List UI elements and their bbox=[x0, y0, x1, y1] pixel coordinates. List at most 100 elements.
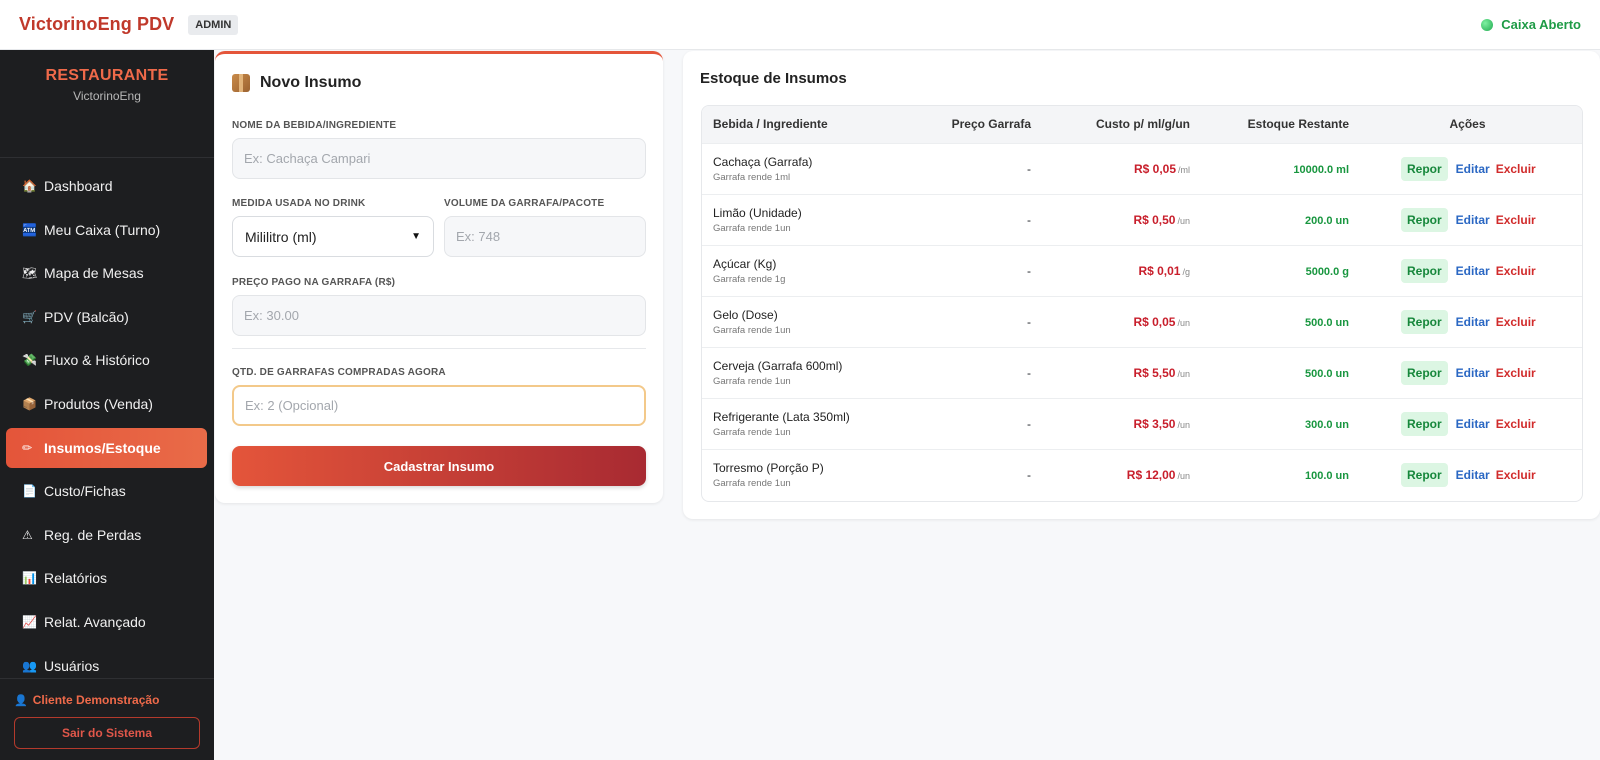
item-name: Gelo (Dose) bbox=[713, 307, 778, 322]
sidebar-item-pdv-balcao[interactable]: 🛒 PDV (Balcão) bbox=[6, 297, 207, 337]
delete-button[interactable]: Excluir bbox=[1496, 417, 1536, 431]
stock-table: Bebida / Ingrediente Preço Garrafa Custo… bbox=[701, 105, 1583, 502]
edit-button[interactable]: Editar bbox=[1456, 264, 1490, 278]
item-yield: Garrafa rende 1un bbox=[713, 222, 791, 234]
restock-button[interactable]: Repor bbox=[1401, 412, 1448, 437]
restock-button[interactable]: Repor bbox=[1401, 463, 1448, 488]
submit-button[interactable]: Cadastrar Insumo bbox=[232, 446, 646, 486]
restock-button[interactable]: Repor bbox=[1401, 156, 1448, 181]
restock-button[interactable]: Repor bbox=[1401, 360, 1448, 385]
col-header-cost: Custo p/ ml/g/un bbox=[1096, 117, 1190, 132]
item-yield: Garrafa rende 1ml bbox=[713, 171, 791, 183]
sidebar-item-mapa-de-mesas[interactable]: 🗺 Mapa de Mesas bbox=[6, 253, 207, 293]
volume-input[interactable] bbox=[444, 216, 646, 257]
restock-button[interactable]: Repor bbox=[1401, 309, 1448, 334]
unit-cost-cell: R$ 0,05/ml bbox=[1035, 143, 1194, 194]
table-row: Limão (Unidade) Garrafa rende 1un - R$ 0,50… bbox=[702, 194, 1582, 245]
map-icon: 🗺 bbox=[22, 266, 38, 281]
unit-cost: R$ 0,05 bbox=[1133, 314, 1176, 329]
actions-cell: Repor Editar Excluir bbox=[1353, 194, 1582, 245]
delete-button[interactable]: Excluir bbox=[1496, 264, 1536, 278]
sidebar-item-produtos-venda[interactable]: 📦 Produtos (Venda) bbox=[6, 384, 207, 424]
restock-button[interactable]: Repor bbox=[1401, 207, 1448, 232]
unit-cost: R$ 0,50 bbox=[1133, 212, 1176, 227]
sidebar-item-label: Reg. de Perdas bbox=[44, 526, 142, 543]
edit-button[interactable]: Editar bbox=[1456, 366, 1490, 380]
remaining-stock-cell: 200.0 un bbox=[1194, 194, 1353, 245]
sidebar-item-label: Dashboard bbox=[44, 178, 113, 194]
item-yield: Garrafa rende 1un bbox=[713, 478, 791, 490]
table-row: Torresmo (Porção P) Garrafa rende 1un - R$ … bbox=[702, 449, 1582, 501]
measure-label: MEDIDA USADA NO DRINK bbox=[232, 198, 366, 209]
price-input[interactable] bbox=[232, 295, 646, 336]
remaining-stock-cell: 10000.0 ml bbox=[1194, 143, 1353, 194]
unit-cost-cell: R$ 12,00/un bbox=[1035, 450, 1194, 501]
unit-cost-cell: R$ 0,01/g bbox=[1035, 245, 1194, 296]
item-yield: Garrafa rende 1un bbox=[713, 375, 791, 387]
unit-cost-unit: /un bbox=[1177, 368, 1190, 379]
document-icon: 📄 bbox=[22, 484, 37, 499]
edit-button[interactable]: Editar bbox=[1456, 315, 1490, 329]
sidebar-item-fluxo-historico[interactable]: 💸 Fluxo & Histórico bbox=[6, 340, 207, 380]
edit-button[interactable]: Editar bbox=[1456, 162, 1490, 176]
measure-select[interactable]: Mililitro (ml) ▼ bbox=[232, 216, 434, 257]
money-flow-icon: 💸 bbox=[22, 353, 37, 368]
sidebar-item-reg-de-perdas[interactable]: ⚠ Reg. de Perdas bbox=[6, 515, 207, 555]
delete-button[interactable]: Excluir bbox=[1496, 468, 1536, 482]
sidebar-item-relatorios[interactable]: 📊 Relatórios bbox=[6, 558, 207, 598]
client-name: 👤 Cliente Demonstração bbox=[14, 693, 200, 707]
unit-cost-unit: /un bbox=[1177, 317, 1190, 328]
item-name: Limão (Unidade) bbox=[713, 205, 802, 220]
sidebar-item-label: Mapa de Mesas bbox=[44, 265, 144, 282]
name-input[interactable] bbox=[232, 138, 646, 179]
item-cell: Refrigerante (Lata 350ml) Garrafa rende 1… bbox=[702, 398, 912, 449]
edit-button[interactable]: Editar bbox=[1456, 213, 1490, 227]
sidebar-item-meu-caixa-turno[interactable]: 🏧 Meu Caixa (Turno) bbox=[6, 210, 207, 250]
table-header-row: Bebida / Ingrediente Preço Garrafa Custo… bbox=[702, 106, 1582, 143]
new-supply-form: Novo Insumo NOME DA BEBIDA/INGREDIENTE M… bbox=[215, 51, 663, 503]
remaining-stock-cell: 500.0 un bbox=[1194, 296, 1353, 347]
table-row: Refrigerante (Lata 350ml) Garrafa rende 1… bbox=[702, 398, 1582, 449]
remaining-stock: 5000.0 g bbox=[1305, 265, 1349, 278]
unit-cost: R$ 5,50 bbox=[1133, 365, 1176, 380]
unit-cost-unit: /un bbox=[1177, 471, 1190, 482]
restock-button[interactable]: Repor bbox=[1401, 258, 1448, 283]
unit-cost: R$ 0,01 bbox=[1138, 263, 1181, 278]
item-yield: Garrafa rende 1g bbox=[713, 273, 786, 285]
delete-button[interactable]: Excluir bbox=[1496, 315, 1536, 329]
logout-button[interactable]: Sair do Sistema bbox=[14, 717, 200, 749]
item-cell: Limão (Unidade) Garrafa rende 1un bbox=[702, 194, 912, 245]
remaining-stock: 500.0 un bbox=[1304, 316, 1349, 329]
unit-cost-cell: R$ 0,50/un bbox=[1035, 194, 1194, 245]
sidebar-item-dashboard[interactable]: 🏠 Dashboard bbox=[6, 166, 207, 206]
stock-title: Estoque de Insumos bbox=[700, 70, 847, 87]
sidebar-item-label: Fluxo & Histórico bbox=[44, 352, 150, 369]
cart-icon: 🛒 bbox=[22, 309, 37, 324]
qty-label: QTD. DE GARRAFAS COMPRADAS AGORA bbox=[232, 367, 446, 378]
delete-button[interactable]: Excluir bbox=[1496, 213, 1536, 227]
sidebar-item-custo-fichas[interactable]: 📄 Custo/Fichas bbox=[6, 471, 207, 511]
actions-cell: Repor Editar Excluir bbox=[1353, 450, 1582, 501]
remaining-stock: 200.0 un bbox=[1304, 214, 1349, 227]
line-chart-icon: 📈 bbox=[22, 614, 37, 629]
delete-button[interactable]: Excluir bbox=[1496, 366, 1536, 380]
package-icon: 📦 bbox=[22, 396, 37, 411]
bottle-price: - bbox=[1027, 468, 1031, 483]
sidebar-item-relat-avancado[interactable]: 📈 Relat. Avançado bbox=[6, 602, 207, 642]
sidebar-header: RESTAURANTE VictorinoEng bbox=[0, 50, 214, 158]
form-title: Novo Insumo bbox=[260, 74, 362, 91]
bar-chart-icon: 📊 bbox=[22, 571, 37, 586]
delete-button[interactable]: Excluir bbox=[1496, 162, 1536, 176]
cash-status: Caixa Aberto bbox=[1481, 17, 1581, 32]
form-divider bbox=[232, 348, 646, 349]
sidebar-item-label: Custo/Fichas bbox=[44, 483, 126, 500]
bottle-price: - bbox=[1027, 263, 1031, 278]
unit-cost: R$ 0,05 bbox=[1133, 161, 1176, 176]
sidebar-item-insumos-estoque[interactable]: ✏ Insumos/Estoque bbox=[6, 427, 207, 468]
package-icon bbox=[232, 74, 250, 92]
table-row: Cerveja (Garrafa 600ml) Garrafa rende 1un… bbox=[702, 347, 1582, 398]
table-row: Cachaça (Garrafa) Garrafa rende 1ml - R$ 0,… bbox=[702, 143, 1582, 194]
edit-button[interactable]: Editar bbox=[1456, 417, 1490, 431]
edit-button[interactable]: Editar bbox=[1456, 468, 1490, 482]
qty-input[interactable] bbox=[232, 385, 646, 426]
